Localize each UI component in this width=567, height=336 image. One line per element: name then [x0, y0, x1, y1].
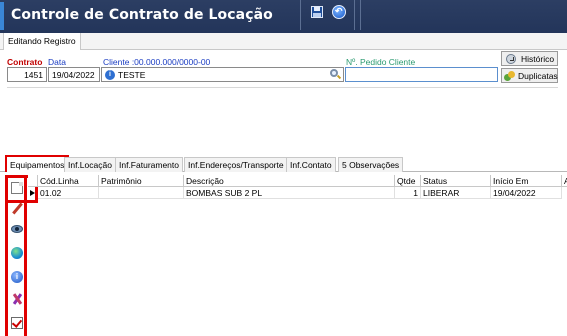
editing-tab-strip: Editando Registro: [0, 33, 567, 50]
tab-inf-faturamento[interactable]: Inf.Faturamento: [115, 157, 184, 172]
pedido-cliente-label: Nº. Pedido Cliente: [346, 57, 416, 67]
historico-label: Histórico: [521, 54, 555, 64]
clock-icon: [506, 54, 516, 64]
title-accent: [0, 2, 4, 30]
globe-icon[interactable]: [11, 247, 23, 259]
table-cell-descricao[interactable]: BOMBAS SUB 2 PL: [184, 187, 395, 199]
table-cell-qtde[interactable]: 1: [395, 187, 421, 199]
column-header-a[interactable]: A: [562, 175, 567, 187]
contrato-label: Contrato: [7, 57, 43, 67]
current-row-arrow-icon: [30, 190, 35, 196]
cliente-label[interactable]: Cliente :00.000.000/0000-00: [103, 57, 210, 67]
window-title: Controle de Contrato de Locação: [11, 7, 273, 23]
equipment-grid[interactable]: Cód.Linha Patrimônio Descrição Qtde Stat…: [28, 175, 567, 336]
duplicatas-label: Duplicatas: [518, 71, 558, 81]
info-icon[interactable]: i: [11, 271, 23, 283]
new-document-icon[interactable]: [11, 182, 23, 194]
pedido-cliente-field[interactable]: [345, 67, 498, 82]
table-cell-status[interactable]: LIBERAR: [421, 187, 491, 199]
contrato-field[interactable]: 1451: [7, 67, 47, 82]
cliente-value: TESTE: [118, 70, 146, 80]
column-header-cod-linha[interactable]: Cód.Linha: [38, 175, 99, 187]
column-header-descricao[interactable]: Descrição: [184, 175, 395, 187]
title-bar: Controle de Contrato de Locação ↶: [0, 0, 567, 33]
toolbar-separator: [354, 0, 355, 30]
back-icon[interactable]: ↶: [332, 5, 346, 19]
toolbar-separator: [360, 0, 361, 30]
form-divider: [7, 87, 558, 88]
save-icon[interactable]: [310, 5, 324, 19]
table-cell-patrimonio[interactable]: [99, 187, 184, 199]
tab-observacoes[interactable]: 5 Observações: [338, 157, 404, 172]
data-field[interactable]: 19/04/2022: [48, 67, 100, 82]
tab-inf-enderecos-transporte[interactable]: Inf.Endereços/Transporte: [184, 157, 288, 172]
tab-inf-locacao[interactable]: Inf.Locação: [64, 157, 116, 172]
data-label: Data: [48, 57, 66, 67]
info-icon[interactable]: i: [105, 70, 115, 80]
coins-icon: [504, 71, 515, 81]
tab-equipamentos[interactable]: Equipamentos: [5, 155, 70, 172]
edit-pencil-icon[interactable]: [11, 202, 23, 215]
table-cell-cod-linha[interactable]: 01.02: [38, 187, 99, 199]
column-header-inicio-em[interactable]: Início Em: [491, 175, 562, 187]
tools-icon[interactable]: [11, 293, 23, 305]
row-indicator-header: [28, 175, 38, 187]
column-header-patrimonio[interactable]: Patrimônio: [99, 175, 184, 187]
left-toolbar: i: [5, 175, 38, 336]
duplicatas-button[interactable]: Duplicatas: [501, 68, 558, 83]
toolbar-separator: [300, 0, 301, 30]
table-cell-inicio-em[interactable]: 19/04/2022: [491, 187, 562, 199]
cliente-field[interactable]: i TESTE: [101, 67, 344, 82]
historico-button[interactable]: Histórico: [501, 51, 558, 66]
view-eye-icon[interactable]: [11, 223, 23, 235]
detail-tabs: Equipamentos Inf.Locação Inf.Faturamento…: [0, 155, 567, 172]
approve-check-icon[interactable]: [11, 317, 23, 329]
column-header-status[interactable]: Status: [421, 175, 491, 187]
column-header-qtde[interactable]: Qtde: [395, 175, 421, 187]
search-icon[interactable]: [330, 69, 342, 80]
tab-editando-registro[interactable]: Editando Registro: [3, 33, 81, 50]
tab-inf-contato[interactable]: Inf.Contato: [286, 157, 336, 172]
